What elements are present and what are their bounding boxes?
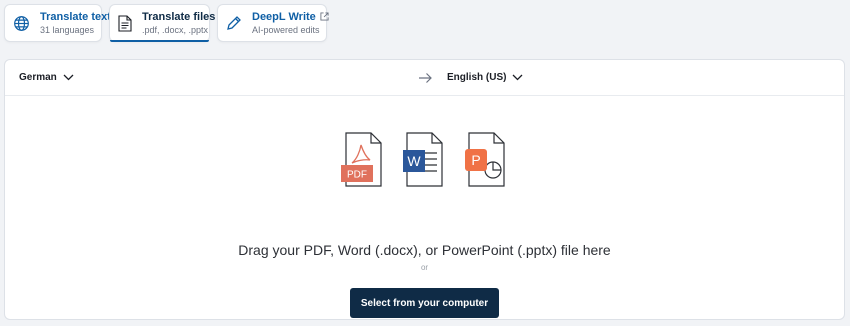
tab-translate-text-label: Translate text <box>40 10 111 23</box>
source-language-select[interactable]: German <box>19 60 74 95</box>
target-language-select[interactable]: English (US) <box>447 60 523 95</box>
tab-translate-text[interactable]: Translate text 31 languages <box>4 4 111 42</box>
document-icon <box>118 14 132 32</box>
word-file-icon: W <box>403 132 443 187</box>
tab-deepl-write-title: DeepL Write <box>252 10 316 23</box>
tab-deepl-write-subtitle: AI-powered edits <box>252 25 320 36</box>
globe-icon <box>13 14 30 32</box>
tab-deepl-write-label: DeepL Write <box>252 11 329 24</box>
chevron-down-icon <box>512 74 523 81</box>
tab-translate-files-label: Translate files <box>142 10 216 23</box>
target-language-label: English (US) <box>447 72 507 83</box>
powerpoint-file-icon: P <box>465 132 505 187</box>
mode-tabs: Translate text 31 languages Translate fi… <box>4 4 329 42</box>
select-file-button[interactable]: Select from your computer <box>350 288 499 318</box>
tab-translate-text-subtitle: 31 languages <box>40 25 95 36</box>
drop-instruction: Drag your PDF, Word (.docx), or PowerPoi… <box>238 242 611 258</box>
chevron-down-icon <box>63 74 74 81</box>
source-language-label: German <box>19 72 57 83</box>
tab-deepl-write[interactable]: DeepL Write AI-powered edits <box>217 4 329 42</box>
tab-translate-files-subtitle: .pdf, .docx, .pptx <box>142 25 209 36</box>
file-drop-zone[interactable]: PDF W P Drag your PDF, Word (.docx), or … <box>5 96 844 319</box>
external-link-icon <box>320 12 329 21</box>
word-badge-text: W <box>407 153 421 169</box>
or-separator: or <box>420 263 429 272</box>
arrow-right-icon[interactable] <box>418 71 432 85</box>
pdf-file-icon: PDF <box>341 132 382 187</box>
tab-translate-files[interactable]: Translate files .pdf, .docx, .pptx <box>109 4 215 42</box>
file-translation-panel: German English (US) PDF W P Drag your PD… <box>4 59 845 320</box>
file-type-icons: PDF W P <box>341 132 505 187</box>
pen-icon <box>226 14 242 32</box>
language-bar: German English (US) <box>5 60 844 96</box>
powerpoint-badge-text: P <box>471 152 480 168</box>
pdf-badge-text: PDF <box>347 170 367 181</box>
